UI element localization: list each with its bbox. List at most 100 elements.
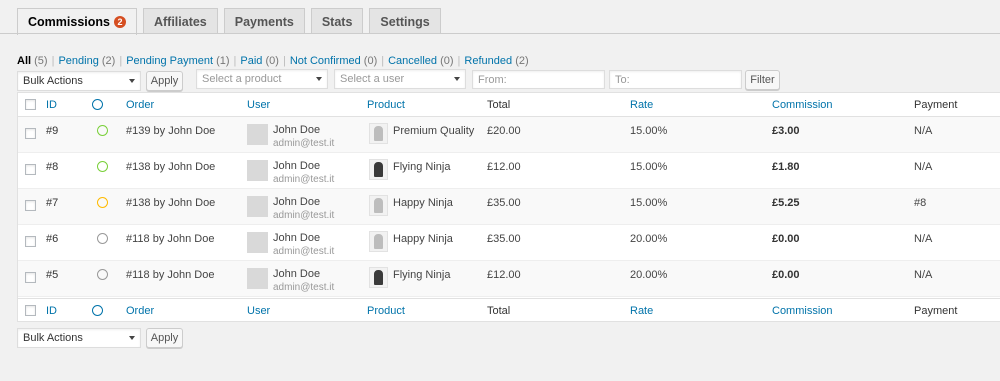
total-value: £12.00 [487,161,521,173]
product-name[interactable]: Flying Ninja [393,161,450,173]
tab-stats-label: Stats [321,14,353,29]
commission-value: £3.00 [772,125,800,137]
bulk-actions-select-bottom[interactable]: Bulk Actions [17,328,141,348]
tab-affiliates[interactable]: Affiliates [142,8,218,34]
product-name[interactable]: Flying Ninja [393,269,450,281]
col-order[interactable]: Order [126,99,154,111]
user-name[interactable]: John Doe [273,196,320,208]
separator: | [119,55,123,67]
row-checkbox[interactable] [25,128,36,139]
filter-pending-payment-count: (1) [216,55,230,67]
from-date-input[interactable]: From: [472,70,605,89]
filter-paid[interactable]: Paid [240,55,262,67]
rate-value: 15.00% [630,125,668,137]
commission-id: #9 [46,125,59,137]
order-cell: #138 by John Doe [126,197,215,209]
commission-id: #6 [46,233,59,245]
col-id[interactable]: ID [46,99,57,111]
row-checkbox[interactable] [25,200,36,211]
avatar [247,268,268,289]
product-name[interactable]: Happy Ninja [393,197,453,209]
chevron-down-icon [316,77,322,81]
chevron-down-icon [129,79,135,83]
user-name[interactable]: John Doe [273,124,320,136]
chevron-down-icon [129,336,135,340]
table-row: #5 #118 by John Doe John Doe admin@test.… [18,261,1000,297]
order-link[interactable]: #118 [126,269,150,281]
select-all-checkbox[interactable] [25,305,36,316]
filter-not-confirmed[interactable]: Not Confirmed [290,55,361,67]
tab-payments[interactable]: Payments [223,8,305,34]
product-thumbnail [369,231,388,252]
filter-all[interactable]: All [17,55,31,67]
status-column-icon[interactable] [92,305,103,316]
tab-bar: Commissions 2 Affiliates Payments Stats … [17,8,441,35]
separator: | [457,55,461,67]
filter-paid-count: (0) [265,55,279,67]
product-select-placeholder: Select a product [202,73,282,85]
avatar [247,124,268,145]
apply-button-bottom[interactable]: Apply [146,328,183,348]
filter-cancelled-count: (0) [440,55,454,67]
product-name[interactable]: Premium Quality [393,125,474,137]
separator: | [282,55,286,67]
product-select[interactable]: Select a product [196,69,328,89]
tab-settings-label: Settings [380,14,430,29]
to-date-input[interactable]: To: [609,70,742,89]
apply-button-top[interactable]: Apply [146,71,183,91]
tab-commissions[interactable]: Commissions 2 [17,8,137,35]
col-rate[interactable]: Rate [630,305,653,317]
user-name[interactable]: John Doe [273,232,320,244]
col-order[interactable]: Order [126,305,154,317]
tab-stats[interactable]: Stats [310,8,364,34]
filter-all-count: (5) [34,55,48,67]
order-link[interactable]: #139 [126,125,150,137]
col-rate[interactable]: Rate [630,99,653,111]
col-total: Total [487,99,511,111]
separator: | [51,55,55,67]
table-footer: ID Order User Product Total Rate Commiss… [18,298,1000,322]
tab-settings[interactable]: Settings [369,8,441,34]
filter-pending-payment[interactable]: Pending Payment [126,55,213,67]
row-checkbox[interactable] [25,164,36,175]
col-commission[interactable]: Commission [772,305,833,317]
col-user[interactable]: User [247,99,270,111]
filter-button[interactable]: Filter [745,70,780,90]
col-commission[interactable]: Commission [772,99,833,111]
row-checkbox[interactable] [25,236,36,247]
order-by: by John Doe [149,233,215,245]
order-link[interactable]: #138 [126,161,150,173]
col-id[interactable]: ID [46,305,57,317]
commission-value: £1.80 [772,161,800,173]
row-checkbox[interactable] [25,272,36,283]
filter-pending[interactable]: Pending [58,55,98,67]
total-value: £20.00 [487,125,521,137]
bulk-actions-select-top[interactable]: Bulk Actions [17,71,141,91]
col-product[interactable]: Product [367,305,405,317]
commission-id: #5 [46,269,59,281]
filter-refunded-count: (2) [515,55,529,67]
col-product[interactable]: Product [367,99,405,111]
avatar [247,196,268,217]
status-column-icon[interactable] [92,99,103,110]
table-row: #7 #138 by John Doe John Doe admin@test.… [18,189,1000,225]
payment-value: N/A [914,161,933,173]
refunded-status-icon [97,233,108,244]
order-by: by John Doe [150,197,216,209]
order-link[interactable]: #118 [126,233,150,245]
user-name[interactable]: John Doe [273,160,320,172]
pending-status-icon [97,161,108,172]
commission-value: £5.25 [772,197,800,209]
order-cell: #139 by John Doe [126,125,215,137]
tab-divider [0,33,1000,34]
user-name[interactable]: John Doe [273,268,320,280]
filter-refunded[interactable]: Refunded [464,55,512,67]
order-link[interactable]: #138 [126,197,150,209]
user-select[interactable]: Select a user [334,69,466,89]
filter-cancelled[interactable]: Cancelled [388,55,437,67]
payment-value[interactable]: #8 [914,197,926,209]
product-name[interactable]: Happy Ninja [393,233,453,245]
col-user[interactable]: User [247,305,270,317]
table-header: ID Order User Product Total Rate Commiss… [18,93,1000,117]
select-all-checkbox[interactable] [25,99,36,110]
